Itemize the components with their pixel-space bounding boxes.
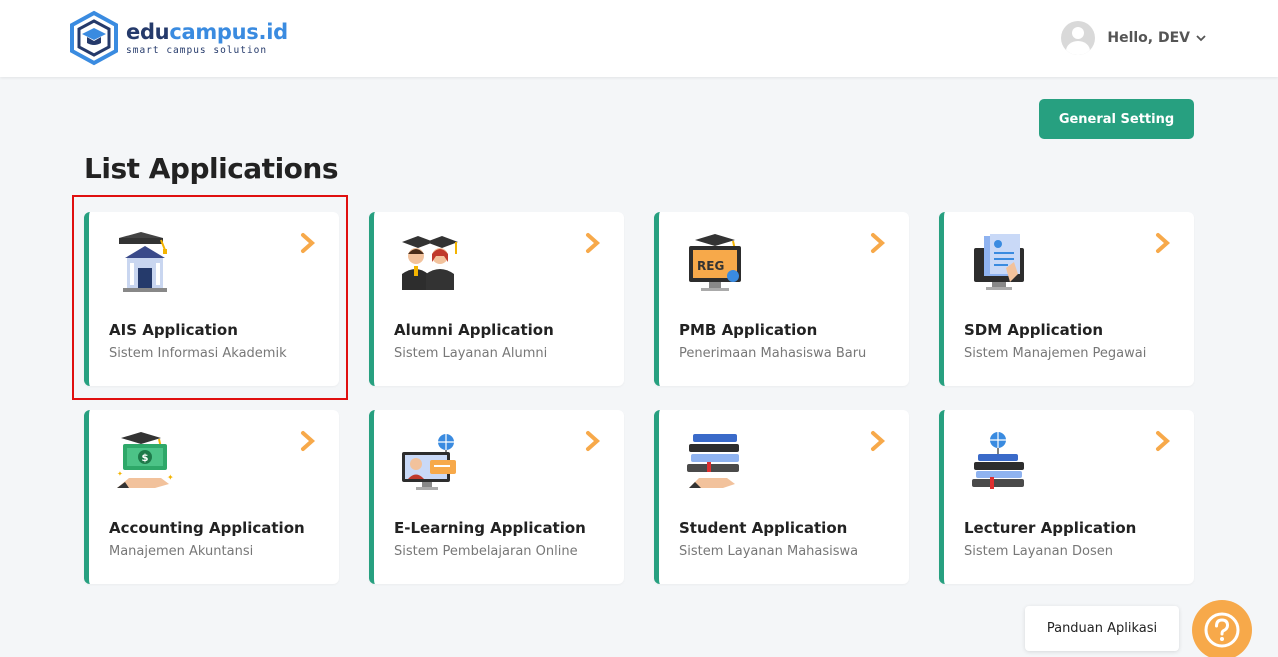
employee-document-icon: [974, 234, 1024, 290]
svg-text:✦: ✦: [167, 473, 174, 482]
app-card-sdm[interactable]: SDM Application Sistem Manajemen Pegawai: [939, 212, 1194, 386]
top-header: educampus.id smart campus solution Hello…: [0, 0, 1278, 77]
app-subtitle: Sistem Manajemen Pegawai: [964, 346, 1147, 361]
app-title: Alumni Application: [394, 321, 554, 339]
user-menu[interactable]: Hello, DEV: [1061, 21, 1206, 55]
app-card-student[interactable]: Student Application Sistem Layanan Mahas…: [654, 410, 909, 584]
guide-tooltip: Panduan Aplikasi: [1025, 606, 1179, 651]
app-title: Accounting Application: [109, 519, 305, 537]
chevron-down-icon: [1196, 32, 1206, 45]
page-title: List Applications: [84, 152, 339, 185]
app-subtitle: Sistem Layanan Mahasiswa: [679, 544, 859, 559]
app-subtitle: Manajemen Akuntansi: [109, 544, 254, 559]
logo-hexagon-icon: [70, 10, 118, 66]
graduates-icon: [402, 236, 458, 290]
logo-text-campus: campus.id: [169, 19, 288, 44]
chevron-right-icon: [871, 431, 886, 451]
chevron-right-icon: [301, 233, 316, 253]
help-button[interactable]: [1192, 600, 1252, 657]
logo-text-edu: edu: [126, 19, 170, 44]
app-title: SDM Application: [964, 321, 1104, 339]
app-subtitle: Sistem Layanan Alumni: [394, 346, 548, 361]
svg-text:✦: ✦: [117, 470, 123, 478]
app-subtitle: Sistem Pembelajaran Online: [394, 544, 578, 559]
app-card-ais[interactable]: AIS Application Sistem Informasi Akademi…: [84, 212, 339, 386]
app-card-alumni[interactable]: Alumni Application Sistem Layanan Alumni: [369, 212, 624, 386]
campus-building-icon: [119, 232, 167, 292]
logo[interactable]: educampus.id smart campus solution: [68, 10, 288, 66]
app-title: AIS Application: [109, 321, 238, 339]
chevron-right-icon: [301, 431, 316, 451]
books-hand-icon: [687, 434, 739, 488]
chevron-right-icon: [871, 233, 886, 253]
registration-monitor-icon: REG: [689, 234, 741, 291]
svg-text:$: $: [142, 453, 149, 464]
question-icon: [1204, 612, 1240, 648]
app-card-pmb[interactable]: REG PMB Application Penerimaan Mahasiswa…: [654, 212, 909, 386]
chevron-right-icon: [1156, 233, 1171, 253]
app-subtitle: Penerimaan Mahasiswa Baru: [679, 346, 867, 361]
app-card-lecturer[interactable]: Lecturer Application Sistem Layanan Dose…: [939, 410, 1194, 584]
app-title: E-Learning Application: [394, 519, 586, 537]
user-greeting: Hello, DEV: [1107, 30, 1190, 46]
chevron-right-icon: [586, 233, 601, 253]
general-setting-button[interactable]: General Setting: [1039, 99, 1194, 139]
reg-label: REG: [697, 259, 724, 273]
chevron-right-icon: [1156, 431, 1171, 451]
app-title: PMB Application: [679, 321, 818, 339]
avatar: [1061, 21, 1096, 55]
books-globe-icon: [972, 432, 1024, 489]
logo-tagline: smart campus solution: [126, 44, 268, 56]
app-subtitle: Sistem Informasi Akademik: [109, 346, 287, 361]
app-card-accounting[interactable]: $ ✦ ✦ Accounting Application Manajemen A…: [84, 410, 339, 584]
logo-text: educampus.id smart campus solution: [126, 21, 288, 56]
chevron-right-icon: [586, 431, 601, 451]
app-title: Lecturer Application: [964, 519, 1137, 537]
app-card-elearning[interactable]: E-Learning Application Sistem Pembelajar…: [369, 410, 624, 584]
app-subtitle: Sistem Layanan Dosen: [964, 544, 1113, 559]
app-title: Student Application: [679, 519, 848, 537]
money-hand-icon: $ ✦ ✦: [117, 432, 174, 488]
online-learning-icon: [402, 434, 456, 490]
